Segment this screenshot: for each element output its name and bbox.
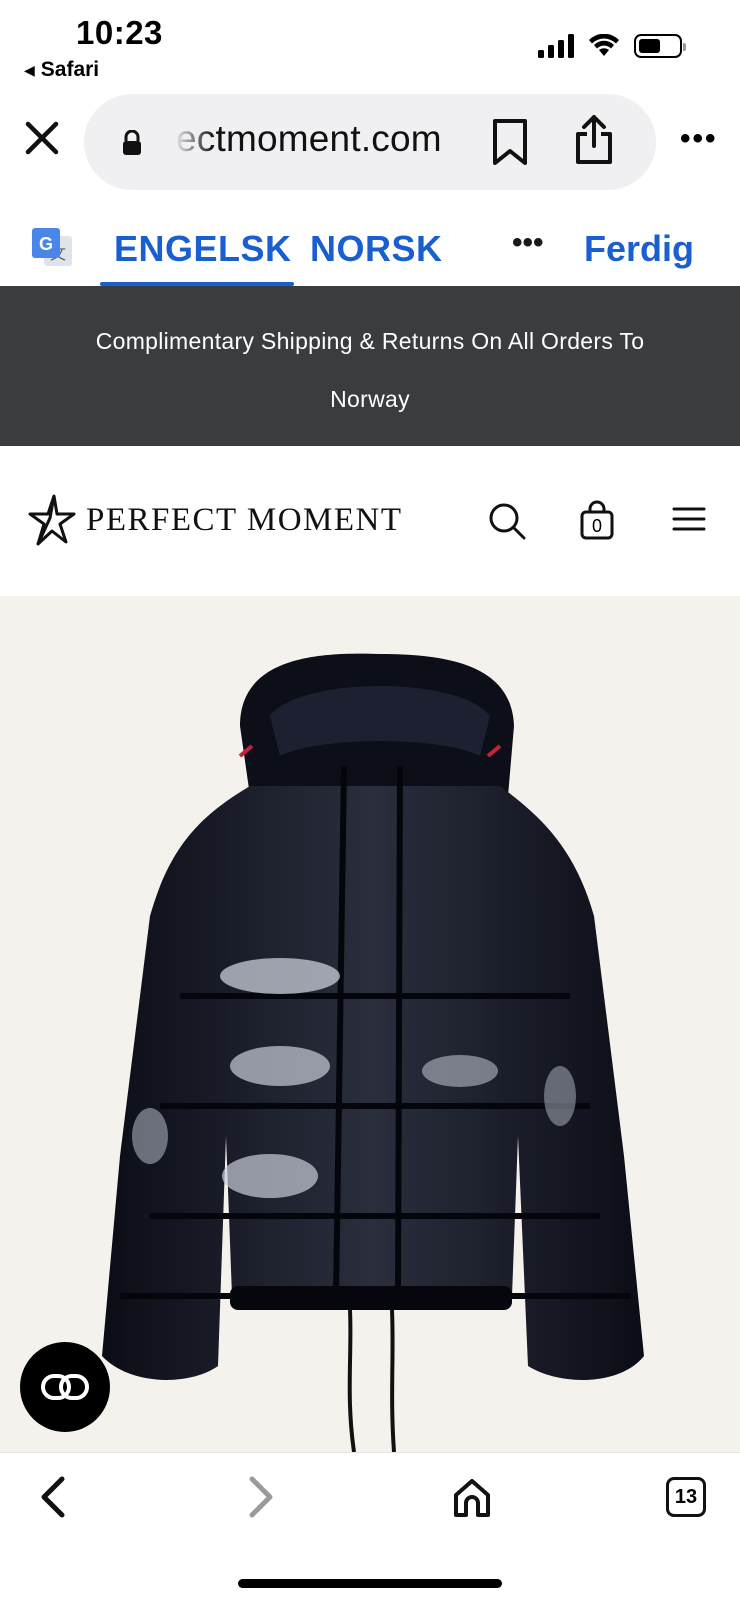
browser-toolbar: 13	[0, 1452, 740, 1600]
shopping-bag-icon[interactable]: 0	[580, 500, 614, 540]
back-triangle-icon: ◀	[24, 61, 35, 78]
star-logo-icon	[28, 494, 76, 546]
close-icon[interactable]	[22, 116, 62, 160]
safari-address-row: ectmoment.com •••	[0, 92, 740, 192]
cellular-signal-icon	[538, 34, 574, 58]
search-icon[interactable]	[488, 502, 526, 540]
black-glossy-puffer-jacket-image	[102, 653, 644, 1452]
bookmark-icon[interactable]	[492, 118, 528, 166]
google-translate-icon[interactable]: 文 G	[30, 226, 74, 270]
battery-icon	[634, 34, 686, 58]
url-field[interactable]: ectmoment.com	[84, 94, 656, 190]
wifi-icon	[589, 34, 619, 56]
home-icon[interactable]	[452, 1477, 492, 1519]
back-to-app-link[interactable]: ◀ Safari	[24, 58, 99, 82]
brand-name: PERFECT MOMENT	[86, 501, 403, 538]
chat-button[interactable]	[20, 1342, 110, 1432]
site-header: PERFECT MOMENT 0	[0, 446, 740, 596]
brand-logo[interactable]: PERFECT MOMENT	[28, 494, 403, 546]
chat-bubble-icon	[41, 1374, 89, 1400]
home-indicator	[238, 1579, 502, 1588]
tab-source-language[interactable]: ENGELSK	[114, 228, 292, 270]
status-time: 10:23	[76, 14, 163, 51]
svg-text:G: G	[39, 234, 53, 254]
lock-icon	[123, 130, 141, 155]
status-icons	[538, 34, 686, 58]
translate-done-button[interactable]: Ferdig	[584, 228, 694, 270]
translate-more-icon[interactable]: •••	[512, 226, 544, 260]
back-app-label: Safari	[40, 58, 100, 81]
tab-target-language[interactable]: NORSK	[310, 228, 443, 270]
chevron-right-icon[interactable]	[246, 1475, 276, 1519]
chevron-left-icon[interactable]	[38, 1475, 68, 1519]
more-icon[interactable]: •••	[680, 122, 718, 156]
status-bar: 10:23 ◀ Safari	[0, 0, 740, 92]
promo-banner: Complimentary Shipping & Returns On All …	[0, 286, 740, 446]
tabs-icon[interactable]: 13	[666, 1477, 706, 1517]
translate-bar: 文 G ENGELSK NORSK ••• Ferdig	[0, 210, 740, 286]
cart-count: 0	[591, 516, 602, 536]
share-icon[interactable]	[574, 114, 614, 166]
hamburger-menu-icon[interactable]	[672, 506, 706, 532]
product-image[interactable]	[0, 596, 740, 1452]
url-fade	[174, 114, 214, 170]
